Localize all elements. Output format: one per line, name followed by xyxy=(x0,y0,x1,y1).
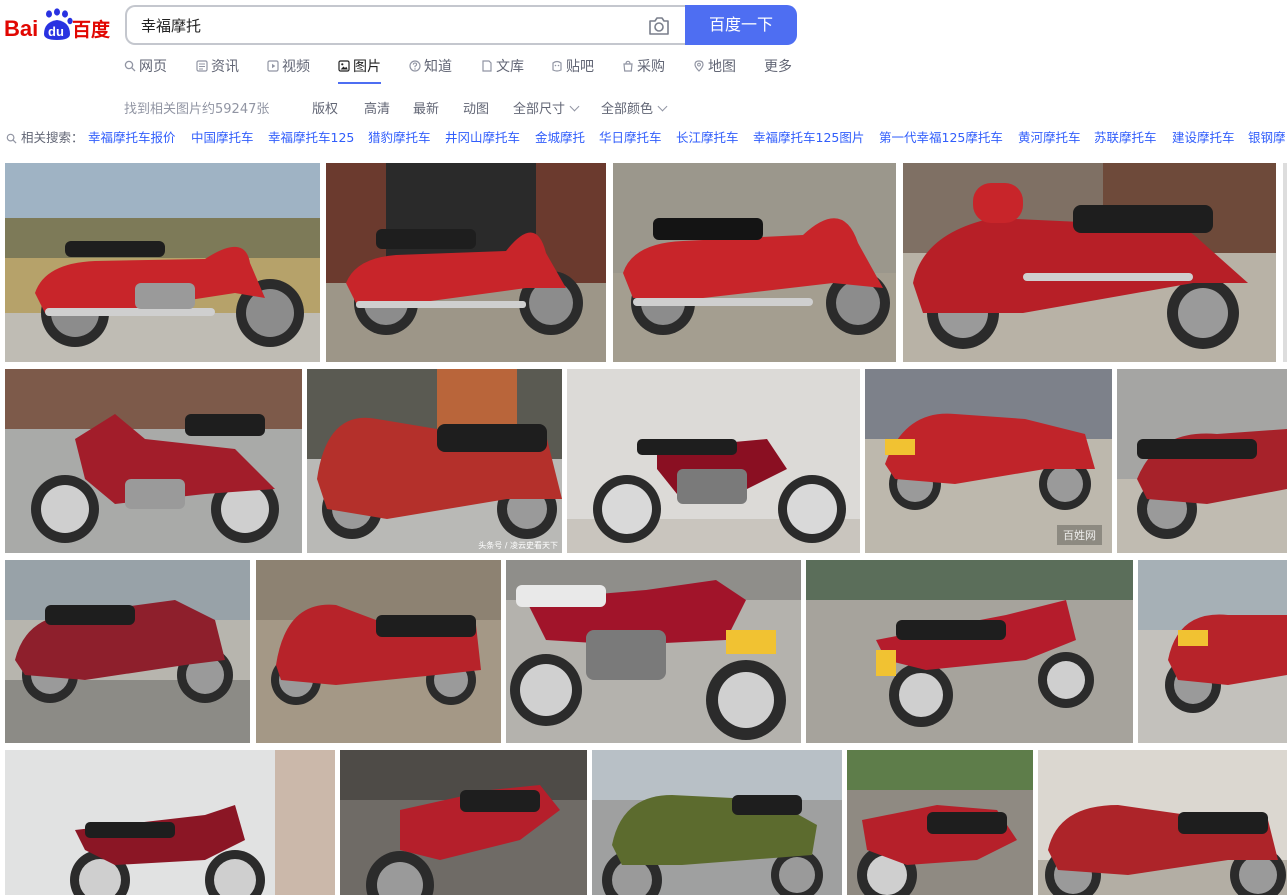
tab-label: 采购 xyxy=(637,59,665,75)
tab-label: 地图 xyxy=(708,59,736,75)
tab-zhidao[interactable]: 知道 xyxy=(409,57,452,85)
filter-latest[interactable]: 最新 xyxy=(413,98,439,117)
chevron-down-icon xyxy=(657,101,668,112)
result-image[interactable] xyxy=(256,560,501,743)
result-image[interactable] xyxy=(592,750,842,895)
related-link[interactable]: 苏联摩托车 xyxy=(1094,127,1157,146)
news-icon xyxy=(196,60,208,72)
related-link[interactable]: 第一代幸福125摩托车 xyxy=(879,127,1003,146)
related-link[interactable]: 井冈山摩托车 xyxy=(445,127,520,146)
tab-news[interactable]: 资讯 xyxy=(196,57,239,85)
tab-video[interactable]: 视频 xyxy=(267,57,310,85)
filter-animated[interactable]: 动图 xyxy=(463,98,489,117)
result-image[interactable] xyxy=(1038,750,1287,895)
related-link[interactable]: 建设摩托车 xyxy=(1172,127,1235,146)
logo-text-left: Bai xyxy=(4,16,38,41)
filter-copyright[interactable]: 版权 xyxy=(312,98,338,117)
filter-color-label: 全部颜色 xyxy=(601,102,654,117)
filter-color-dropdown[interactable]: 全部颜色 xyxy=(601,98,668,117)
tab-purchase[interactable]: 采购 xyxy=(622,57,665,85)
result-image[interactable] xyxy=(326,163,606,362)
related-link[interactable]: 银钢摩 xyxy=(1248,127,1286,146)
question-icon xyxy=(409,60,421,72)
related-link[interactable]: 中国摩托车 xyxy=(191,127,254,146)
result-image[interactable] xyxy=(506,560,801,743)
video-icon xyxy=(267,60,279,72)
result-image[interactable] xyxy=(567,369,860,553)
search-bar: 百度一下 xyxy=(125,5,797,45)
logo-text-right: 百度 xyxy=(72,18,111,41)
tab-label: 知道 xyxy=(424,59,452,75)
tab-label: 视频 xyxy=(282,59,310,75)
related-link[interactable]: 长江摩托车 xyxy=(676,127,739,146)
related-link[interactable]: 华日摩托车 xyxy=(599,127,662,146)
search-icon xyxy=(6,133,17,144)
tab-images[interactable]: 图片 xyxy=(338,57,381,85)
result-image[interactable] xyxy=(1283,163,1287,362)
related-label-text: 相关搜索： xyxy=(21,130,84,145)
tab-label: 贴吧 xyxy=(566,59,594,75)
related-link[interactable]: 幸福摩托车125 xyxy=(268,127,354,146)
search-input[interactable] xyxy=(141,14,621,36)
result-image[interactable] xyxy=(340,750,587,895)
logo-text-paw: du xyxy=(48,24,64,39)
camera-icon[interactable] xyxy=(647,15,671,37)
tab-map[interactable]: 地图 xyxy=(693,57,736,85)
result-image[interactable] xyxy=(903,163,1276,362)
baidu-logo[interactable]: Bai du 百度 xyxy=(4,6,114,44)
map-icon xyxy=(694,60,704,72)
related-link[interactable]: 猎豹摩托车 xyxy=(368,127,431,146)
result-image[interactable] xyxy=(5,163,320,362)
watermark: 百姓网 xyxy=(1057,525,1102,545)
tieba-icon xyxy=(552,60,562,72)
result-image[interactable] xyxy=(5,750,335,895)
result-image[interactable] xyxy=(613,163,896,362)
result-image[interactable] xyxy=(1138,560,1287,743)
result-image[interactable] xyxy=(5,560,250,743)
tab-more[interactable]: 更多 xyxy=(764,57,792,85)
search-icon xyxy=(124,60,136,72)
result-image[interactable] xyxy=(1117,369,1287,553)
watermark: 头条号 / 凌云史看天下 xyxy=(478,541,558,550)
image-icon xyxy=(338,60,350,72)
bag-icon xyxy=(623,60,633,72)
result-image[interactable]: 头条号 / 凌云史看天下 xyxy=(307,369,562,553)
result-image[interactable] xyxy=(806,560,1133,743)
search-box[interactable] xyxy=(125,5,689,45)
tab-label: 更多 xyxy=(764,59,792,75)
search-button[interactable]: 百度一下 xyxy=(685,5,797,45)
tab-tieba[interactable]: 贴吧 xyxy=(551,57,594,85)
tab-web[interactable]: 网页 xyxy=(124,57,167,85)
result-image[interactable] xyxy=(5,369,302,553)
related-link[interactable]: 幸福摩托车报价 xyxy=(88,127,176,146)
related-label: 相关搜索： xyxy=(6,127,84,146)
filter-size-label: 全部尺寸 xyxy=(513,102,566,117)
chevron-down-icon xyxy=(569,101,580,112)
tab-label: 资讯 xyxy=(211,59,239,75)
related-link[interactable]: 黄河摩托车 xyxy=(1018,127,1081,146)
tab-label: 文库 xyxy=(496,59,524,75)
doc-icon xyxy=(482,60,492,72)
result-image[interactable] xyxy=(847,750,1033,895)
result-image[interactable]: 百姓网 xyxy=(865,369,1112,553)
related-link[interactable]: 金城摩托 xyxy=(535,127,585,146)
tab-label: 图片 xyxy=(353,59,381,75)
result-count: 找到相关图片约59247张 xyxy=(124,102,270,117)
tab-wenku[interactable]: 文库 xyxy=(481,57,524,85)
filter-size-dropdown[interactable]: 全部尺寸 xyxy=(513,98,580,117)
filter-hd[interactable]: 高清 xyxy=(364,98,390,117)
related-link[interactable]: 幸福摩托车125图片 xyxy=(753,127,864,146)
tab-label: 网页 xyxy=(139,59,167,75)
